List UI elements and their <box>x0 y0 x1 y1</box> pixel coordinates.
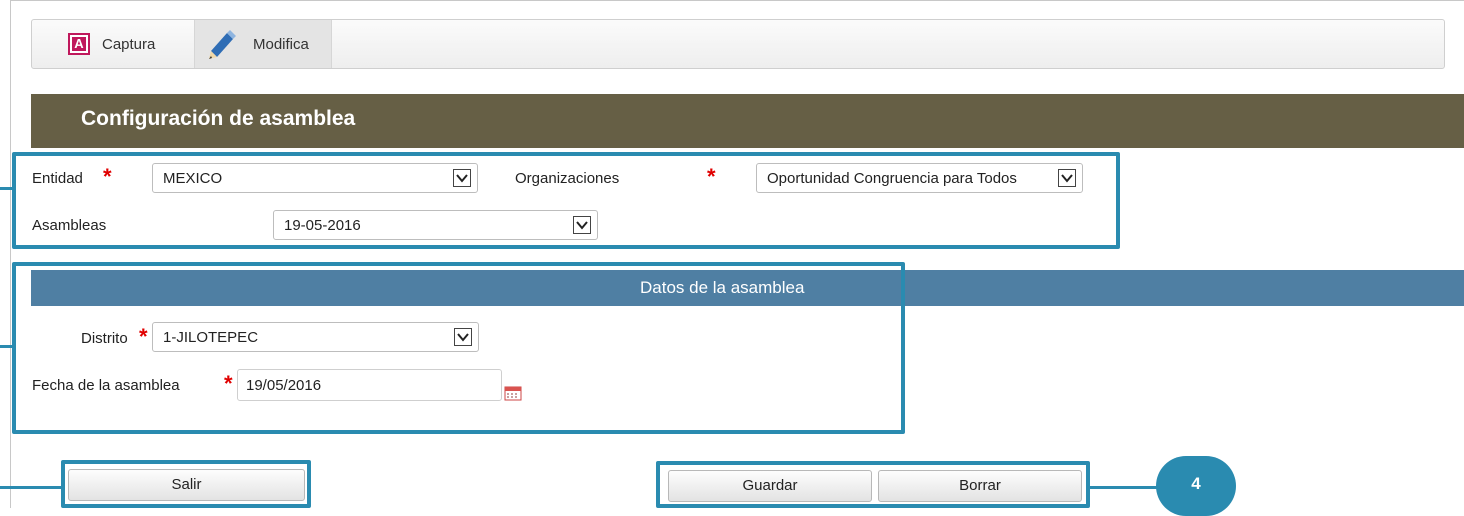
page-title: Configuración de asamblea <box>81 107 356 130</box>
asambleas-label: Asambleas <box>32 217 107 234</box>
salir-button[interactable]: Salir <box>68 469 305 501</box>
modifica-button[interactable]: Modifica <box>194 20 332 68</box>
modifica-label: Modifica <box>253 35 309 53</box>
fecha-required-mark: * <box>224 371 233 396</box>
organizaciones-required-mark: * <box>707 164 716 189</box>
connector-line <box>1088 486 1160 489</box>
organizaciones-select[interactable]: Oportunidad Congruencia para Todos <box>756 163 1083 193</box>
organizaciones-label: Organizaciones <box>515 170 620 187</box>
captura-label: Captura <box>102 35 156 53</box>
connector-line <box>0 486 62 489</box>
distrito-required-mark: * <box>139 324 148 349</box>
chevron-down-icon <box>454 328 472 346</box>
chevron-down-icon <box>453 169 471 187</box>
entidad-select[interactable]: MEXICO <box>152 163 478 193</box>
pencil-icon <box>209 30 236 59</box>
entidad-required-mark: * <box>103 164 112 189</box>
captura-button[interactable]: A Captura <box>68 20 155 68</box>
callout-badge: 4 <box>1156 456 1236 516</box>
asambleas-select[interactable]: 19-05-2016 <box>273 210 598 240</box>
fecha-input[interactable] <box>237 369 502 401</box>
distrito-value: 1-JILOTEPEC <box>163 329 259 346</box>
entidad-value: MEXICO <box>163 170 223 187</box>
top-toolbar: A Captura Modifica <box>31 19 1445 69</box>
captura-icon: A <box>68 33 90 55</box>
borrar-button[interactable]: Borrar <box>878 470 1082 502</box>
page-title-bar: Configuración de asamblea <box>31 94 1464 148</box>
asambleas-value: 19-05-2016 <box>284 217 361 234</box>
distrito-label: Distrito <box>81 330 128 347</box>
connector-line <box>0 345 14 348</box>
organizaciones-value: Oportunidad Congruencia para Todos <box>767 170 1017 187</box>
entidad-label: Entidad <box>32 170 83 187</box>
chevron-down-icon <box>573 216 591 234</box>
guardar-button[interactable]: Guardar <box>668 470 872 502</box>
datos-header-label: Datos de la asamblea <box>640 278 805 297</box>
datos-section-header: Datos de la asamblea <box>31 270 1464 306</box>
connector-line <box>0 187 14 190</box>
page-frame <box>10 0 1464 508</box>
distrito-select[interactable]: 1-JILOTEPEC <box>152 322 479 352</box>
chevron-down-icon <box>1058 169 1076 187</box>
fecha-label: Fecha de la asamblea <box>32 377 180 394</box>
calendar-icon[interactable] <box>504 385 522 401</box>
